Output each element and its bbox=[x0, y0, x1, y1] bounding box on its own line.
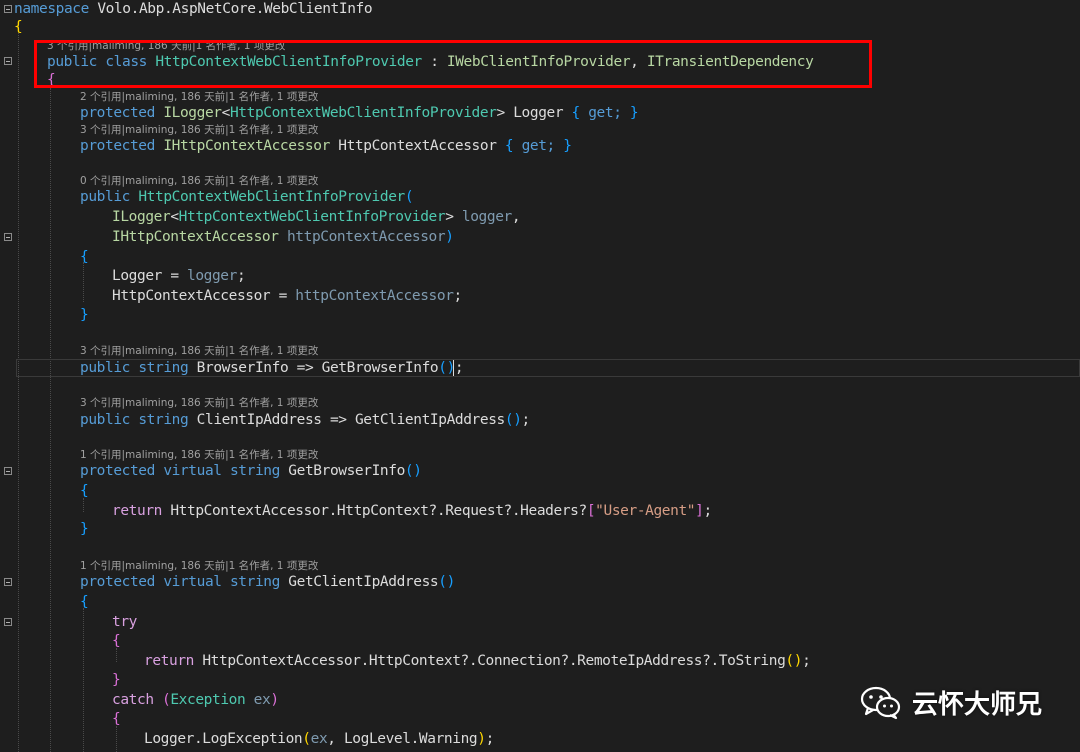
code-line: Logger = logger; bbox=[112, 268, 246, 284]
code-line: { bbox=[112, 711, 121, 727]
indent-guide bbox=[50, 88, 51, 752]
indent-guide bbox=[18, 26, 19, 752]
indent-guide bbox=[83, 262, 84, 302]
codelens-getclientip[interactable]: 1 个引用|maliming, 186 天前|1 名作者, 1 项更改 bbox=[80, 560, 318, 572]
code-line: try bbox=[112, 614, 137, 630]
indent-guide bbox=[116, 648, 117, 662]
code-line: { bbox=[80, 483, 89, 499]
code-line: { bbox=[80, 594, 89, 610]
watermark: 云怀大师兄 bbox=[860, 680, 1042, 724]
code-line: Logger.LogException(ex, LogLevel.Warning… bbox=[144, 731, 494, 747]
annotation-highlight-box bbox=[34, 40, 872, 88]
fold-toggle-icon[interactable] bbox=[4, 467, 12, 475]
code-line: protected virtual string GetBrowserInfo(… bbox=[80, 463, 422, 479]
indent-guide bbox=[83, 608, 84, 752]
fold-toggle-icon[interactable] bbox=[4, 233, 12, 241]
code-line: { bbox=[14, 19, 23, 35]
code-line: return HttpContextAccessor.HttpContext?.… bbox=[144, 653, 811, 669]
code-line: return HttpContextAccessor.HttpContext?.… bbox=[112, 503, 712, 519]
code-line: } bbox=[112, 672, 121, 688]
text-caret bbox=[453, 360, 454, 376]
code-line: IHttpContextAccessor httpContextAccessor… bbox=[112, 229, 454, 245]
codelens-logger[interactable]: 2 个引用|maliming, 186 天前|1 名作者, 1 项更改 bbox=[80, 91, 318, 103]
fold-toggle-icon[interactable] bbox=[4, 618, 12, 626]
code-line: protected ILogger<HttpContextWebClientIn… bbox=[80, 105, 639, 121]
fold-toggle-icon[interactable] bbox=[4, 57, 12, 65]
editor-gutter bbox=[0, 0, 14, 752]
code-line: catch (Exception ex) bbox=[112, 692, 279, 708]
code-line: } bbox=[80, 521, 89, 537]
code-line: } bbox=[80, 307, 89, 323]
code-line: protected virtual string GetClientIpAddr… bbox=[80, 574, 455, 590]
code-line: { bbox=[112, 633, 121, 649]
code-line: ILogger<HttpContextWebClientInfoProvider… bbox=[112, 209, 521, 225]
codelens-clientip[interactable]: 3 个引用|maliming, 186 天前|1 名作者, 1 项更改 bbox=[80, 397, 318, 409]
namespace-name: Volo.Abp.AspNetCore.WebClientInfo bbox=[97, 1, 373, 17]
codelens-ctor[interactable]: 0 个引用|maliming, 186 天前|1 名作者, 1 项更改 bbox=[80, 175, 318, 187]
fold-toggle-icon[interactable] bbox=[4, 578, 12, 586]
code-line: HttpContextAccessor = httpContextAccesso… bbox=[112, 288, 462, 304]
codelens-browserinfo[interactable]: 3 个引用|maliming, 186 天前|1 名作者, 1 项更改 bbox=[80, 345, 318, 357]
code-line: { bbox=[80, 249, 89, 265]
code-line: protected IHttpContextAccessor HttpConte… bbox=[80, 138, 572, 154]
indent-guide bbox=[83, 498, 84, 512]
fold-toggle-icon[interactable] bbox=[4, 5, 12, 13]
wechat-icon bbox=[860, 686, 901, 720]
code-line: namespace Volo.Abp.AspNetCore.WebClientI… bbox=[14, 0, 373, 18]
codelens-accessor[interactable]: 3 个引用|maliming, 186 天前|1 名作者, 1 项更改 bbox=[80, 124, 318, 136]
keyword: namespace bbox=[14, 1, 89, 17]
code-line: public string BrowserInfo => GetBrowserI… bbox=[80, 360, 464, 376]
watermark-text: 云怀大师兄 bbox=[912, 689, 1043, 720]
code-line: public HttpContextWebClientInfoProvider( bbox=[80, 189, 414, 205]
code-line: public string ClientIpAddress => GetClie… bbox=[80, 412, 530, 428]
indent-guide bbox=[116, 726, 117, 752]
codelens-getbrowser[interactable]: 1 个引用|maliming, 186 天前|1 名作者, 1 项更改 bbox=[80, 449, 318, 461]
